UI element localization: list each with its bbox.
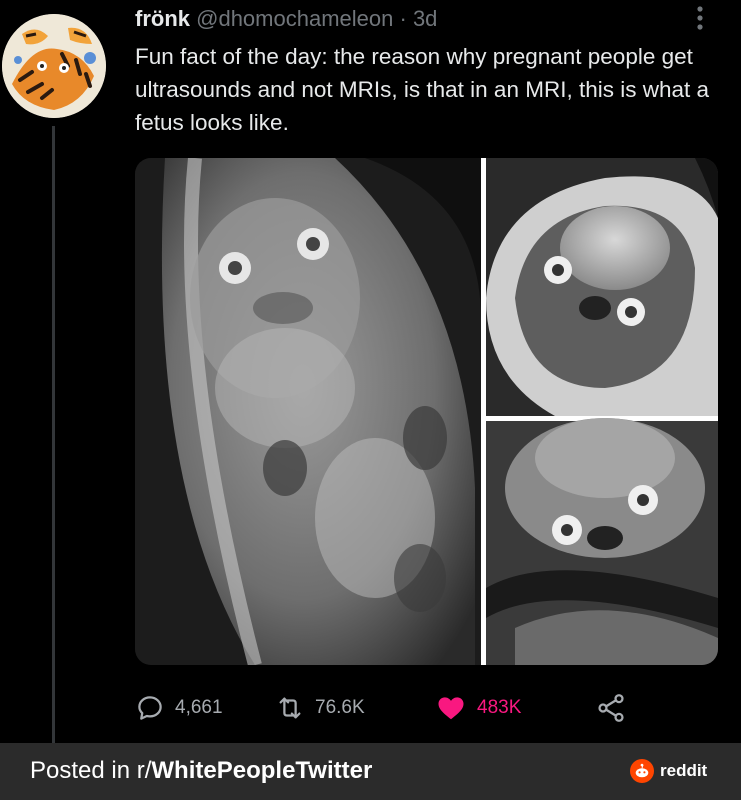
reply-count: 4,661 [175,697,223,718]
reddit-logo[interactable]: reddit [630,759,707,783]
reply-button[interactable]: 4,661 [135,688,223,728]
reply-bubble-icon [138,696,162,720]
tweet-media[interactable] [135,158,718,665]
retweet-count: 76.6K [315,697,365,718]
subreddit-name: WhitePeopleTwitter [151,757,373,784]
reddit-footer-bar: Posted in r/WhitePeopleTwitter reddit [0,743,741,800]
thread-line [52,126,55,744]
display-name[interactable]: frönk [135,6,190,31]
reddit-wordmark: reddit [660,761,708,780]
tweet-header: frönk @dhomochameleon · 3d [135,5,437,33]
separator-dot: · [399,6,407,31]
mri-images-collage [135,158,718,665]
retweet-button[interactable]: 76.6K [275,688,365,728]
avatar[interactable] [2,14,106,118]
tweet-timestamp[interactable]: 3d [413,6,437,31]
share-nodes-icon [598,694,624,722]
share-button[interactable] [595,688,627,728]
heart-icon [438,697,464,720]
user-handle[interactable]: @dhomochameleon [196,6,393,31]
tweet-actions: 4,661 76.6K 483K [135,688,718,728]
vertical-dots-icon [697,6,703,30]
like-button[interactable]: 483K [435,688,521,728]
tiger-avatar-image [2,14,106,118]
tweet-text: Fun fact of the day: the reason why preg… [135,44,710,135]
posted-in-prefix: Posted in r/ [30,757,152,784]
retweet-icon [279,697,301,719]
like-count: 483K [477,697,522,718]
more-options-button[interactable] [688,4,712,34]
reddit-alien-icon [630,759,654,783]
posted-in-label[interactable]: Posted in r/WhitePeopleTwitter [30,757,372,785]
